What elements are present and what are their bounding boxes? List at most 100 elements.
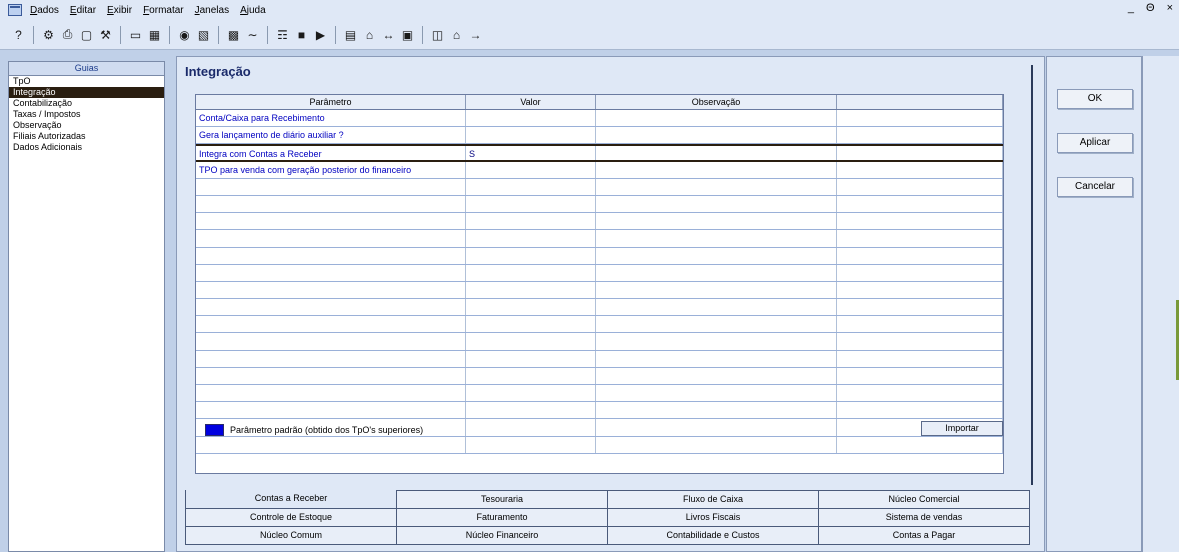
table-row[interactable]: TPO para venda com geração posterior do … (196, 161, 1003, 179)
cell-parametro[interactable]: TPO para venda com geração posterior do … (196, 161, 466, 178)
find-icon[interactable]: ◉ (176, 26, 193, 43)
home-icon[interactable]: ⌂ (361, 26, 378, 43)
new-record-icon[interactable]: ▦ (146, 26, 163, 43)
cell-observacao[interactable] (596, 127, 837, 144)
empty-row[interactable] (196, 367, 1003, 385)
empty-row[interactable] (196, 247, 1003, 265)
cell-empty[interactable] (466, 350, 596, 367)
monitor-icon[interactable]: ▩ (225, 26, 242, 43)
tab-controle-de-estoque[interactable]: Controle de Estoque (185, 508, 397, 527)
cell-parametro[interactable]: Gera lançamento de diário auxiliar ? (196, 127, 466, 144)
home-alt-icon[interactable]: ⌂ (448, 26, 465, 43)
cell-empty[interactable] (466, 333, 596, 350)
cell-empty[interactable] (196, 230, 466, 247)
cell-empty[interactable] (196, 385, 466, 402)
cell-empty[interactable] (466, 385, 596, 402)
column-header-parametro[interactable]: Parâmetro (196, 95, 466, 109)
cell-valor[interactable]: S (466, 146, 596, 160)
cell-empty[interactable] (196, 247, 466, 264)
cell-empty[interactable] (596, 213, 837, 230)
tab-sistema-de-vendas[interactable]: Sistema de vendas (818, 508, 1030, 527)
cell-empty[interactable] (466, 230, 596, 247)
cell-empty[interactable] (196, 436, 466, 453)
arrows-icon[interactable]: ↔ (380, 26, 397, 43)
minimize-button[interactable]: _ (1128, 2, 1134, 14)
delete-icon[interactable]: ▭ (127, 26, 144, 43)
tab-faturamento[interactable]: Faturamento (396, 508, 608, 527)
guia-item-contabilizacao[interactable]: Contabilização (9, 98, 164, 109)
export-icon[interactable]: ▶ (312, 26, 329, 43)
cell-empty[interactable] (196, 367, 466, 384)
cell-empty[interactable] (596, 350, 837, 367)
empty-row[interactable] (196, 178, 1003, 196)
cell-empty[interactable] (466, 264, 596, 281)
cell-empty[interactable] (196, 402, 466, 419)
import-button[interactable]: Importar (921, 421, 1003, 436)
empty-row[interactable] (196, 333, 1003, 351)
guia-item-tpo[interactable]: TpO (9, 76, 164, 87)
cell-empty[interactable] (596, 385, 837, 402)
column-header-observacao[interactable]: Observação (596, 95, 837, 109)
cell-parametro[interactable]: Conta/Caixa para Recebimento (196, 110, 466, 127)
empty-row[interactable] (196, 316, 1003, 334)
table-row[interactable]: Gera lançamento de diário auxiliar ? (196, 127, 1003, 145)
cell-empty[interactable] (466, 436, 596, 453)
calc-icon[interactable]: ◫ (429, 26, 446, 43)
tab-contas-a-pagar[interactable]: Contas a Pagar (818, 526, 1030, 545)
menu-ajuda[interactable]: Ajuda (240, 5, 266, 16)
grid-icon[interactable]: ▧ (195, 26, 212, 43)
cell-empty[interactable] (596, 299, 837, 316)
close-button[interactable]: × (1167, 2, 1173, 14)
cell-empty[interactable] (596, 333, 837, 350)
empty-row[interactable] (196, 281, 1003, 300)
cell-empty[interactable] (596, 247, 837, 264)
cell-observacao[interactable] (596, 110, 837, 127)
cell-empty[interactable] (596, 402, 837, 419)
menu-formatar[interactable]: Formatar (143, 5, 184, 16)
cell-empty[interactable] (196, 195, 466, 213)
preview-icon[interactable]: ▢ (78, 26, 95, 43)
cell-empty[interactable] (196, 316, 466, 333)
empty-row[interactable] (196, 350, 1003, 368)
arrows-alt-icon[interactable]: → (467, 26, 484, 43)
empty-row[interactable] (196, 385, 1003, 403)
cell-empty[interactable] (466, 213, 596, 230)
cell-empty[interactable] (196, 264, 466, 281)
menu-janelas[interactable]: Janelas (195, 5, 229, 16)
cell-empty[interactable] (596, 264, 837, 281)
guia-item-taxas[interactable]: Taxas / Impostos (9, 109, 164, 120)
cell-empty[interactable] (466, 367, 596, 384)
cell-empty[interactable] (466, 316, 596, 333)
cell-empty[interactable] (466, 281, 596, 299)
cell-valor[interactable] (466, 161, 596, 178)
tab-contabilidade-e-custos[interactable]: Contabilidade e Custos (607, 526, 819, 545)
guia-item-observacao[interactable]: Observação (9, 120, 164, 131)
cell-empty[interactable] (466, 402, 596, 419)
building-icon[interactable]: ■ (293, 26, 310, 43)
tab-nucleo-financeiro[interactable]: Núcleo Financeiro (396, 526, 608, 545)
tab-contas-a-receber[interactable]: Contas a Receber (185, 490, 397, 509)
document-icon[interactable]: ▣ (399, 26, 416, 43)
cell-empty[interactable] (466, 178, 596, 195)
guia-item-dados-adicionais[interactable]: Dados Adicionais (9, 142, 164, 153)
open-icon[interactable]: ⚙ (40, 26, 57, 43)
cell-empty[interactable] (596, 367, 837, 384)
column-header-valor[interactable]: Valor (466, 95, 596, 109)
tab-fluxo-de-caixa[interactable]: Fluxo de Caixa (607, 490, 819, 509)
ok-button[interactable]: OK (1057, 89, 1133, 109)
cell-empty[interactable] (196, 281, 466, 299)
empty-row[interactable] (196, 230, 1003, 248)
print-icon[interactable]: ⎙ (59, 26, 76, 43)
cell-empty[interactable] (466, 247, 596, 264)
cell-observacao[interactable] (596, 146, 837, 160)
empty-row[interactable] (196, 402, 1003, 420)
help-icon[interactable]: ? (10, 26, 27, 43)
cell-observacao[interactable] (596, 161, 837, 178)
tree-icon[interactable]: ☶ (274, 26, 291, 43)
cell-empty[interactable] (596, 230, 837, 247)
link-icon[interactable]: ∼ (244, 26, 261, 43)
cell-empty[interactable] (196, 350, 466, 367)
cell-empty[interactable] (596, 195, 837, 213)
table-row-selected[interactable]: Integra com Contas a Receber S (196, 144, 1003, 162)
cell-empty[interactable] (196, 178, 466, 195)
